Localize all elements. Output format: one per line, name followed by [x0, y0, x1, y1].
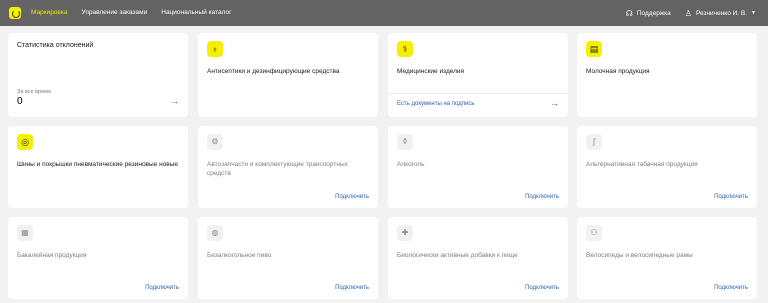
- connect-link[interactable]: Подключить: [335, 285, 369, 291]
- category-title: Молочная продукция: [586, 68, 650, 75]
- category-title: Велосипеды и велосипедные рамы: [586, 252, 693, 259]
- nav-item-order-management[interactable]: Управление заказами: [81, 0, 147, 26]
- support-link[interactable]: ☊ Поддержка: [626, 9, 671, 18]
- card-divider: [388, 93, 568, 94]
- nav-item-national-catalog[interactable]: Национальный каталог: [161, 0, 231, 26]
- category-title: Безалкогольное пиво: [207, 252, 272, 259]
- category-card-tobacco[interactable]: ∫ Альтернативная табачная продукция Подк…: [577, 126, 757, 208]
- category-card-alcohol[interactable]: ⚱ Алкоголь Подключить: [388, 126, 568, 208]
- supplements-icon: ✚: [397, 225, 413, 241]
- stats-title: Статистика отклонений: [17, 42, 94, 49]
- alcohol-icon: ⚱: [397, 134, 413, 150]
- stats-value: 0: [17, 96, 23, 107]
- connect-link[interactable]: Подключить: [714, 285, 748, 291]
- arrow-right-icon[interactable]: →: [550, 98, 559, 108]
- category-card-bicycles[interactable]: ⚇ Велосипеды и велосипедные рамы Подключ…: [577, 217, 757, 299]
- tobacco-icon: ∫: [586, 134, 602, 150]
- connect-link[interactable]: Подключить: [335, 194, 369, 200]
- category-title: Автозапчасти и комплектующие транспортны…: [207, 161, 348, 177]
- chevron-down-icon: ▼: [751, 10, 756, 16]
- stats-period-label: За все время: [17, 89, 51, 95]
- headset-icon: ☊: [625, 8, 633, 18]
- connect-link[interactable]: Подключить: [525, 194, 559, 200]
- category-title: Алкоголь: [397, 161, 425, 168]
- grocery-icon: ▦: [17, 225, 33, 241]
- category-card-autoparts[interactable]: ⚙ Автозапчасти и комплектующие транспорт…: [198, 126, 378, 208]
- medical-device-icon: ⚕: [397, 41, 413, 57]
- category-card-dairy[interactable]: ▤ Молочная продукция: [577, 33, 757, 117]
- user-menu[interactable]: ♙ Резниченко И. В. ▼: [685, 9, 756, 18]
- category-card-antiseptics[interactable]: ♁ Антисептики и дезинфицирующие средства: [198, 33, 378, 117]
- connect-link[interactable]: Подключить: [525, 285, 559, 291]
- category-card-tires[interactable]: ◎ Шины и покрышки пневматические резинов…: [8, 126, 188, 208]
- category-title: Биологически активные добавки к пище: [397, 252, 518, 259]
- category-card-supplements[interactable]: ✚ Биологически активные добавки к пище П…: [388, 217, 568, 299]
- user-icon: ♙: [684, 8, 692, 18]
- category-card-medical[interactable]: ⚕ Медицинские изделия Есть документы на …: [388, 33, 568, 117]
- logo-icon[interactable]: [9, 7, 21, 19]
- stats-card: Статистика отклонений За все время 0 →: [8, 33, 188, 117]
- beer-icon: ◍: [207, 225, 223, 241]
- top-right-menu: ☊ Поддержка ♙ Резниченко И. В. ▼: [626, 0, 756, 26]
- bicycle-icon: ⚇: [586, 225, 602, 241]
- connect-link[interactable]: Подключить: [145, 285, 179, 291]
- support-label: Поддержка: [636, 9, 671, 17]
- connect-link[interactable]: Подключить: [714, 194, 748, 200]
- category-card-beer[interactable]: ◍ Безалкогольное пиво Подключить: [198, 217, 378, 299]
- category-title: Альтернативная табачная продукция: [586, 161, 698, 168]
- documents-to-sign-link[interactable]: Есть документы на подпись: [397, 101, 474, 107]
- nav-item-marking[interactable]: Маркировка: [31, 0, 67, 26]
- category-title: Бакалейная продукция: [17, 252, 87, 259]
- category-title: Антисептики и дезинфицирующие средства: [207, 68, 340, 75]
- category-title: Медицинские изделия: [397, 68, 465, 75]
- arrow-right-icon[interactable]: →: [170, 96, 179, 106]
- top-navigation-bar: Маркировка Управление заказами Националь…: [0, 0, 768, 26]
- antiseptic-icon: ♁: [207, 41, 223, 57]
- tire-icon: ◎: [17, 134, 33, 150]
- category-card-grocery[interactable]: ▦ Бакалейная продукция Подключить: [8, 217, 188, 299]
- user-name: Резниченко И. В.: [695, 9, 748, 17]
- category-title: Шины и покрышки пневматические резиновые…: [17, 161, 179, 168]
- autoparts-icon: ⚙: [207, 134, 223, 150]
- dairy-icon: ▤: [586, 41, 602, 57]
